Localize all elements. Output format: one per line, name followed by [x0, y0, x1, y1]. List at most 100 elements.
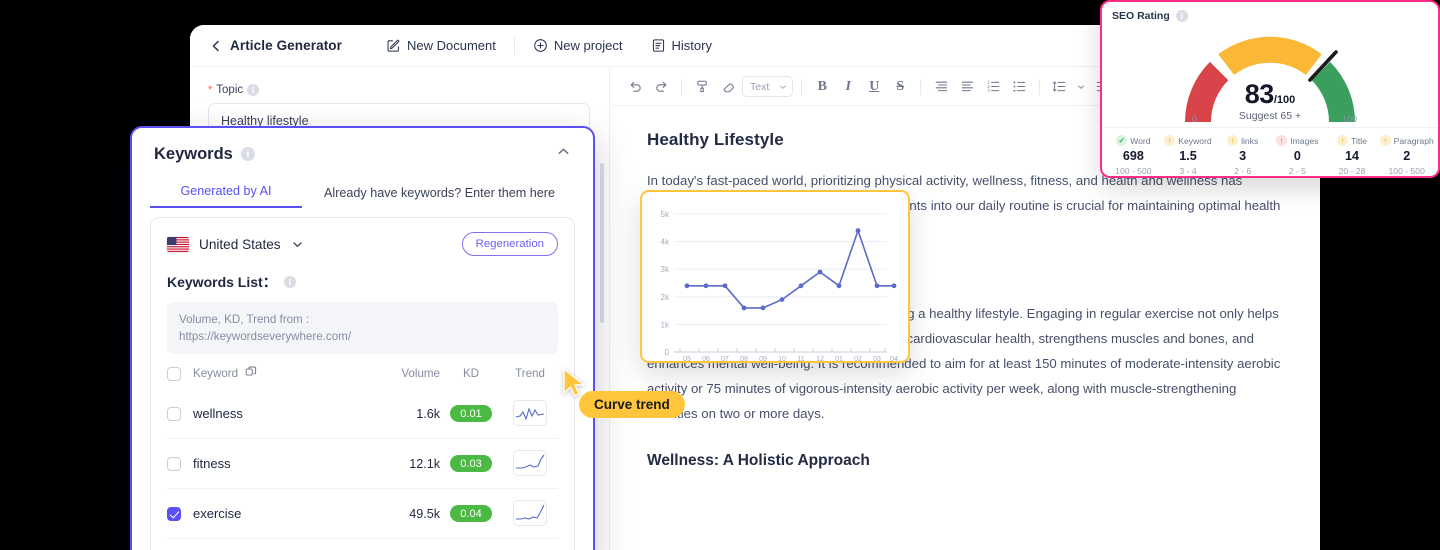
select-all-checkbox[interactable] — [167, 366, 181, 381]
chevron-left-icon[interactable] — [208, 38, 224, 54]
row-checkbox[interactable] — [167, 456, 181, 471]
kd-badge: 0.03 — [450, 455, 492, 473]
seo-stat-paragraph: ↑ Paragraph 2 100 - 500 — [1379, 135, 1434, 176]
svg-text:09: 09 — [759, 356, 767, 361]
row-checkbox[interactable] — [167, 406, 181, 421]
indent-increase-icon[interactable] — [955, 75, 979, 99]
menu-label: History — [671, 38, 712, 53]
tab-generated-by-ai[interactable]: Generated by AI — [150, 178, 302, 208]
svg-text:01: 01 — [835, 356, 843, 361]
seo-stat-title: ↑ Title 14 20 - 28 — [1325, 135, 1380, 176]
sparkline-icon — [513, 449, 547, 476]
source-line-2: https://keywordseverywhere.com/ — [179, 330, 352, 343]
seo-stat-label-wrap: ↑ Images — [1270, 135, 1325, 146]
chevron-up-icon[interactable] — [556, 144, 571, 164]
undo-icon[interactable] — [623, 75, 647, 99]
seo-stat-value: 2 — [1403, 149, 1411, 163]
country-row: United States Regeneration — [167, 232, 558, 256]
row-volume: 12.1k — [409, 456, 440, 471]
seo-gauge: 0 100 83/100 Suggest 65 + — [1102, 22, 1438, 127]
chevron-down-icon — [292, 241, 302, 247]
format-paint-icon[interactable] — [690, 75, 714, 99]
info-icon[interactable]: i — [240, 147, 255, 161]
eraser-icon[interactable] — [716, 75, 740, 99]
menu-new-document[interactable]: New Document — [372, 33, 510, 59]
table-row[interactable]: exercise 49.5k 0.04 — [167, 489, 558, 539]
regeneration-button[interactable]: Regeneration — [461, 232, 558, 256]
seo-stat-label: links — [1241, 135, 1259, 146]
info-icon[interactable]: i — [247, 84, 260, 96]
seo-stat-value: 14 — [1345, 149, 1360, 163]
chevron-down-icon[interactable] — [1074, 75, 1088, 99]
bold-icon[interactable]: B — [810, 75, 834, 99]
trend-chart-popup: 5k 4k 3k 2k 1k 0 05 06 07 08 09 10 11 12… — [640, 190, 910, 363]
text-style-value: Text — [750, 80, 770, 93]
topic-label: * Topic i — [208, 84, 591, 96]
row-volume: 1.6k — [416, 406, 440, 421]
underline-icon[interactable]: U — [862, 75, 886, 99]
svg-text:02: 02 — [854, 356, 862, 361]
keywords-panel: Keywords i Generated by AI Already have … — [130, 126, 595, 550]
trend-line-chart: 5k 4k 3k 2k 1k 0 05 06 07 08 09 10 11 12… — [661, 210, 898, 363]
table-row[interactable]: fitness 12.1k 0.03 — [167, 439, 558, 489]
row-trend[interactable] — [502, 449, 558, 478]
arrow-up-icon: ↑ — [1337, 135, 1349, 146]
required-mark: * — [208, 84, 213, 96]
seo-stat-keyword: ↑ Keyword 1.5 3 - 4 — [1161, 135, 1216, 176]
row-trend[interactable] — [502, 399, 558, 428]
indent-decrease-icon[interactable] — [929, 75, 953, 99]
row-keyword: fitness — [193, 456, 231, 471]
info-icon[interactable]: i — [283, 276, 296, 288]
kd-badge: 0.01 — [450, 405, 492, 423]
seo-stats-row: ✓ Word 698 100 - 500 ↑ Keyword 1.5 3 - 4… — [1102, 127, 1438, 176]
table-row[interactable]: wellness 1.6k 0.01 — [167, 389, 558, 439]
row-trend[interactable] — [502, 499, 558, 528]
toolbar-divider — [1039, 78, 1041, 95]
line-height-icon[interactable] — [1048, 75, 1072, 99]
svg-text:12: 12 — [816, 356, 824, 361]
seo-stat-range: 100 - 500 — [1115, 166, 1152, 176]
country-name: United States — [199, 236, 281, 252]
svg-text:06: 06 — [702, 356, 710, 361]
info-icon[interactable]: i — [1175, 10, 1188, 22]
menu-label: New Document — [407, 38, 496, 53]
seo-stat-value: 0 — [1293, 149, 1301, 163]
screenshot-stage: Article Generator New Document New proje… — [0, 0, 1440, 550]
row-checkbox[interactable] — [167, 506, 181, 521]
seo-suggest-text: Suggest 65 + — [1238, 110, 1302, 122]
italic-icon[interactable]: I — [836, 75, 860, 99]
seo-stat-range: 2 - 6 — [1234, 166, 1252, 176]
seo-rating-title-text: SEO Rating — [1112, 10, 1170, 22]
seo-stat-label: Keyword — [1178, 135, 1212, 146]
redo-icon[interactable] — [649, 75, 673, 99]
column-volume: Volume — [401, 367, 440, 380]
history-icon — [651, 38, 666, 53]
seo-stat-range: 3 - 4 — [1179, 166, 1197, 176]
seo-stat-images: ↑ Images 0 2 - 5 — [1270, 135, 1325, 176]
menu-new-project[interactable]: New project — [519, 33, 637, 59]
copy-icon[interactable] — [245, 366, 257, 381]
menu-history[interactable]: History — [637, 33, 726, 59]
header-divider — [513, 36, 515, 55]
table-row[interactable]: health and wellness 33.1k 0.04 — [167, 539, 558, 550]
seo-stat-word: ✓ Word 698 100 - 500 — [1106, 135, 1161, 176]
seo-rating-card: SEO Rating i 0 100 83/100 Suggest 65 + ✓… — [1100, 0, 1440, 178]
keywords-card: United States Regeneration Keywords List… — [150, 217, 575, 550]
seo-score: 83/100 — [1102, 79, 1438, 110]
curve-trend-tooltip: Curve trend — [579, 391, 685, 418]
tab-enter-keywords[interactable]: Already have keywords? Enter them here — [310, 180, 569, 208]
svg-text:11: 11 — [797, 356, 804, 361]
strikethrough-icon[interactable]: S — [888, 75, 912, 99]
seo-stat-value: 1.5 — [1179, 149, 1197, 163]
chevron-down-icon — [780, 85, 787, 89]
form-scrollbar[interactable] — [600, 163, 604, 323]
text-style-select[interactable]: Text — [742, 76, 794, 97]
country-selector[interactable]: United States — [167, 236, 304, 252]
topic-label-text: Topic — [216, 84, 244, 96]
bulleted-list-icon[interactable] — [1007, 75, 1031, 99]
ordered-list-icon[interactable]: 123 — [981, 75, 1005, 99]
seo-stat-value: 3 — [1239, 149, 1247, 163]
seo-stat-links: ↑ links 3 2 - 6 — [1215, 135, 1270, 176]
sparkline-icon — [513, 399, 547, 426]
svg-text:07: 07 — [721, 356, 729, 361]
